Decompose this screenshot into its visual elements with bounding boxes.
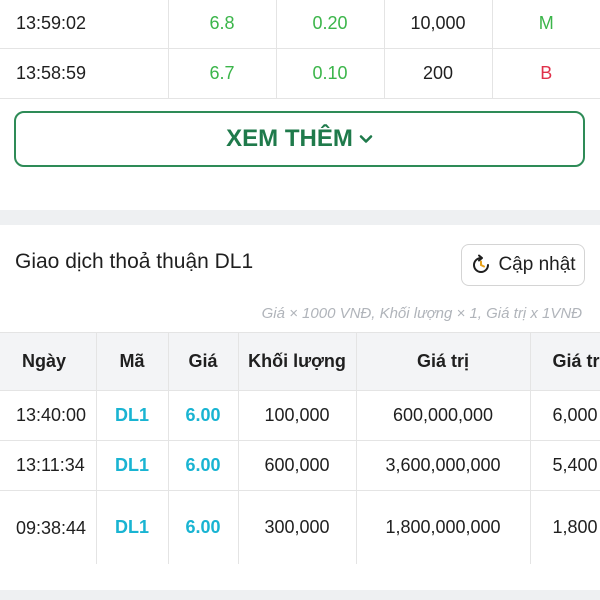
value2-cell: 1,800 bbox=[530, 490, 600, 564]
volume-cell: 200 bbox=[384, 48, 493, 99]
column-header-value[interactable]: Giá trị bbox=[356, 332, 531, 391]
deal-table-scroll[interactable]: Ngày Mã Giá Khối lượng Giá trị Giá trị 1… bbox=[0, 332, 600, 564]
price-cell: 6.7 bbox=[168, 48, 277, 99]
unit-note: Giá × 1000 VNĐ, Khối lượng × 1, Giá trị … bbox=[261, 305, 582, 322]
table-row: 13:59:02 6.8 0.20 10,000 M bbox=[0, 0, 600, 49]
value-cell: 1,800,000,000 bbox=[356, 490, 531, 564]
see-more-button[interactable]: XEM THÊM bbox=[14, 111, 585, 167]
time-cell: 13:58:59 bbox=[0, 48, 169, 99]
price-cell: 6.8 bbox=[168, 0, 277, 49]
value2-cell: 5,400 bbox=[530, 440, 600, 491]
volume-cell: 600,000 bbox=[238, 440, 357, 491]
value2-cell: 6,000 bbox=[530, 390, 600, 441]
deal-table: Ngày Mã Giá Khối lượng Giá trị Giá trị 1… bbox=[0, 332, 600, 564]
table-row: 09:38:44 DL1 6.00 300,000 1,800,000,000 … bbox=[0, 490, 600, 564]
value-cell: 600,000,000 bbox=[356, 390, 531, 441]
column-header-value2[interactable]: Giá trị bbox=[530, 332, 600, 391]
see-more-label: XEM THÊM bbox=[226, 125, 353, 152]
code-cell[interactable]: DL1 bbox=[96, 390, 169, 441]
code-cell[interactable]: DL1 bbox=[96, 440, 169, 491]
volume-cell: 10,000 bbox=[384, 0, 493, 49]
matched-orders-table: 13:59:02 6.8 0.20 10,000 M 13:58:59 6.7 … bbox=[0, 0, 600, 99]
value-cell: 3,600,000,000 bbox=[356, 440, 531, 491]
section-divider bbox=[0, 210, 600, 225]
table-row: 13:11:34 DL1 6.00 600,000 3,600,000,000 … bbox=[0, 440, 600, 491]
date-cell: 13:40:00 bbox=[0, 390, 97, 441]
date-cell: 09:38:44 bbox=[0, 490, 97, 564]
section-divider bbox=[0, 590, 600, 600]
code-cell[interactable]: DL1 bbox=[96, 490, 169, 564]
price-cell: 6.00 bbox=[168, 490, 239, 564]
column-header-price[interactable]: Giá bbox=[168, 332, 239, 391]
refresh-icon bbox=[473, 254, 490, 273]
time-cell: 13:59:02 bbox=[0, 0, 169, 49]
volume-cell: 100,000 bbox=[238, 390, 357, 441]
column-header-date[interactable]: Ngày bbox=[0, 332, 97, 391]
column-header-volume[interactable]: Khối lượng bbox=[238, 332, 357, 391]
side-cell: B bbox=[492, 48, 600, 99]
price-cell: 6.00 bbox=[168, 390, 239, 441]
table-header: Ngày Mã Giá Khối lượng Giá trị Giá trị bbox=[0, 332, 600, 391]
refresh-button[interactable]: Cập nhật bbox=[461, 244, 585, 286]
side-cell: M bbox=[492, 0, 600, 49]
date-cell: 13:11:34 bbox=[0, 440, 97, 491]
chevron-down-icon bbox=[359, 135, 373, 143]
section-title: Giao dịch thoả thuận DL1 bbox=[15, 250, 254, 273]
volume-cell: 300,000 bbox=[238, 490, 357, 564]
table-row: 13:40:00 DL1 6.00 100,000 600,000,000 6,… bbox=[0, 390, 600, 441]
change-cell: 0.10 bbox=[276, 48, 385, 99]
price-cell: 6.00 bbox=[168, 440, 239, 491]
change-cell: 0.20 bbox=[276, 0, 385, 49]
table-row: 13:58:59 6.7 0.10 200 B bbox=[0, 48, 600, 99]
column-header-code[interactable]: Mã bbox=[96, 332, 169, 391]
refresh-label: Cập nhật bbox=[498, 254, 576, 275]
